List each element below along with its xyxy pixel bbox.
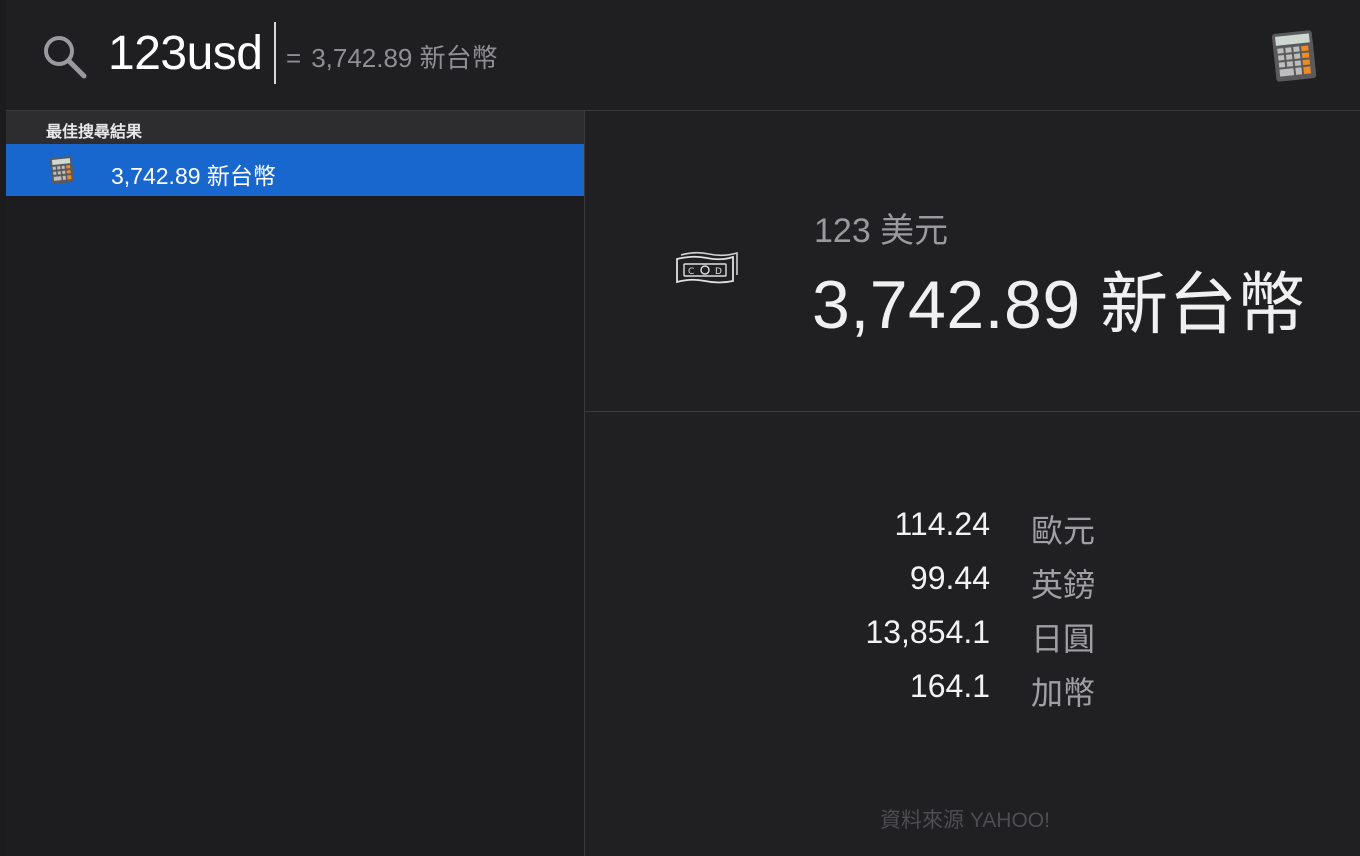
source-credit-link[interactable]: 資料來源 YAHOO! <box>880 804 1050 834</box>
spotlight-window: 123usd = 3,742.89 新台幣 最佳搜尋結果 3,742.89 新台… <box>6 0 1360 856</box>
section-header: 最佳搜尋結果 <box>6 111 584 144</box>
source-amount: 123 美元 <box>814 212 949 250</box>
equals-sign: = <box>286 43 302 73</box>
inline-result: = 3,742.89 新台幣 <box>286 40 498 76</box>
rate-currency: 加幣 <box>1031 675 1096 711</box>
top-hit-row[interactable]: 3,742.89 新台幣 <box>6 144 584 196</box>
svg-text:C: C <box>688 267 694 277</box>
rate-currency: 日圓 <box>1031 621 1096 657</box>
svg-text:D: D <box>715 267 722 277</box>
calculator-icon <box>49 156 75 184</box>
rate-value: 114.24 <box>894 506 991 542</box>
divider <box>585 411 1360 412</box>
rate-currency: 英鎊 <box>1031 567 1096 603</box>
top-hit-label: 3,742.89 新台幣 <box>111 163 276 189</box>
rate-row: 13,854.1 日圓 <box>585 614 1360 668</box>
preview-pane: C D 123 美元 3,742.89 新台幣 114.24 歐元 99.44 … <box>585 111 1360 856</box>
section-header-label: 最佳搜尋結果 <box>46 124 143 141</box>
results-list: 最佳搜尋結果 3,742.89 新台幣 <box>6 111 585 856</box>
text-caret <box>274 22 276 84</box>
rate-row: 99.44 英鎊 <box>585 560 1360 614</box>
rate-row: 164.1 加幣 <box>585 668 1360 722</box>
search-icon <box>44 36 87 79</box>
rate-value: 13,854.1 <box>865 614 990 650</box>
rate-value: 164.1 <box>909 668 990 704</box>
inline-result-text: 3,742.89 新台幣 <box>311 43 498 73</box>
search-input[interactable]: 123usd <box>108 22 263 86</box>
converted-amount: 3,742.89 新台幣 <box>812 267 1306 343</box>
rate-row: 114.24 歐元 <box>585 506 1360 560</box>
calculator-icon[interactable] <box>1268 28 1320 82</box>
money-bills-icon: C D <box>676 251 738 284</box>
rate-value: 99.44 <box>909 560 990 596</box>
rates-table: 114.24 歐元 99.44 英鎊 13,854.1 日圓 164.1 加幣 <box>585 506 1360 722</box>
search-bar[interactable]: 123usd = 3,742.89 新台幣 <box>6 0 1360 111</box>
rate-currency: 歐元 <box>1031 513 1096 549</box>
